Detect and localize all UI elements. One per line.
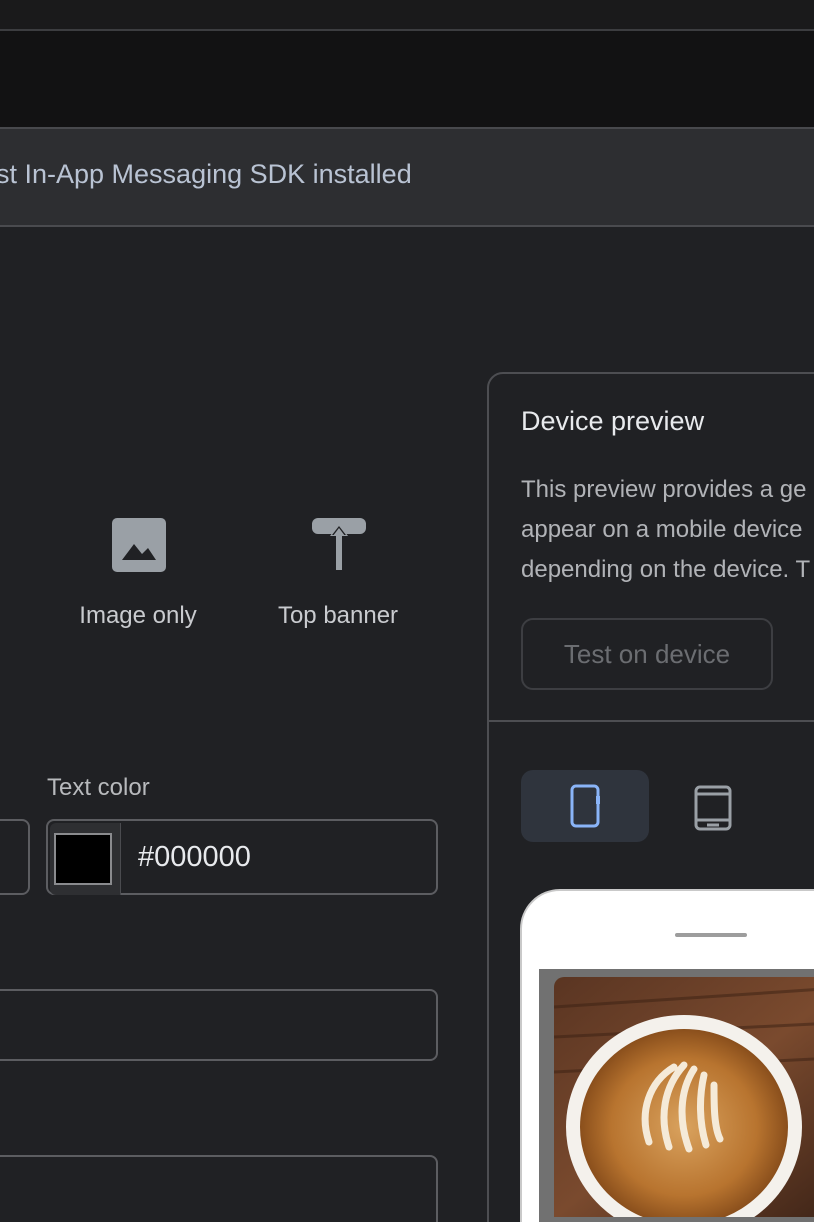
smartphone-icon	[570, 784, 600, 828]
layout-option-label: Top banner	[277, 602, 399, 629]
phone-preview-button[interactable]	[521, 770, 649, 842]
message-image	[554, 977, 814, 1217]
device-preview-description: This preview provides a ge appear on a m…	[521, 470, 810, 590]
panel-divider	[489, 720, 814, 722]
layout-option-top-banner[interactable]: Top banner	[253, 516, 423, 629]
app-root: st In-App Messaging SDK installed Image …	[0, 0, 814, 1222]
description-line: depending on the device. T	[521, 556, 811, 583]
top-app-bar	[0, 0, 814, 31]
background-color-field[interactable]	[0, 819, 30, 895]
phone-speaker	[675, 933, 747, 937]
device-preview-title: Device preview	[521, 406, 705, 436]
text-color-field[interactable]: #000000	[46, 819, 438, 895]
tablet-preview-button[interactable]	[693, 784, 733, 832]
coffee-image	[554, 977, 814, 1217]
text-color-swatch	[54, 833, 112, 885]
phone-mockup	[520, 889, 814, 1222]
message-body-input[interactable]	[0, 1155, 438, 1222]
layout-option-image-only[interactable]: Image only	[53, 516, 223, 629]
text-color-swatch-button[interactable]	[50, 823, 121, 895]
sdk-status-text: st In-App Messaging SDK installed	[0, 159, 412, 189]
sdk-status-banner: st In-App Messaging SDK installed	[0, 129, 814, 227]
description-line: appear on a mobile device	[521, 516, 803, 543]
text-color-label: Text color	[47, 774, 150, 801]
layout-option-label: Image only	[79, 602, 197, 629]
message-title-input[interactable]	[0, 989, 438, 1061]
image-icon	[112, 518, 166, 572]
text-color-value: #000000	[138, 841, 251, 873]
top-banner-icon	[312, 518, 366, 570]
test-on-device-button[interactable]: Test on device	[521, 618, 773, 690]
tablet-icon	[694, 785, 732, 831]
description-line: This preview provides a ge	[521, 476, 807, 503]
secondary-header	[0, 31, 814, 129]
